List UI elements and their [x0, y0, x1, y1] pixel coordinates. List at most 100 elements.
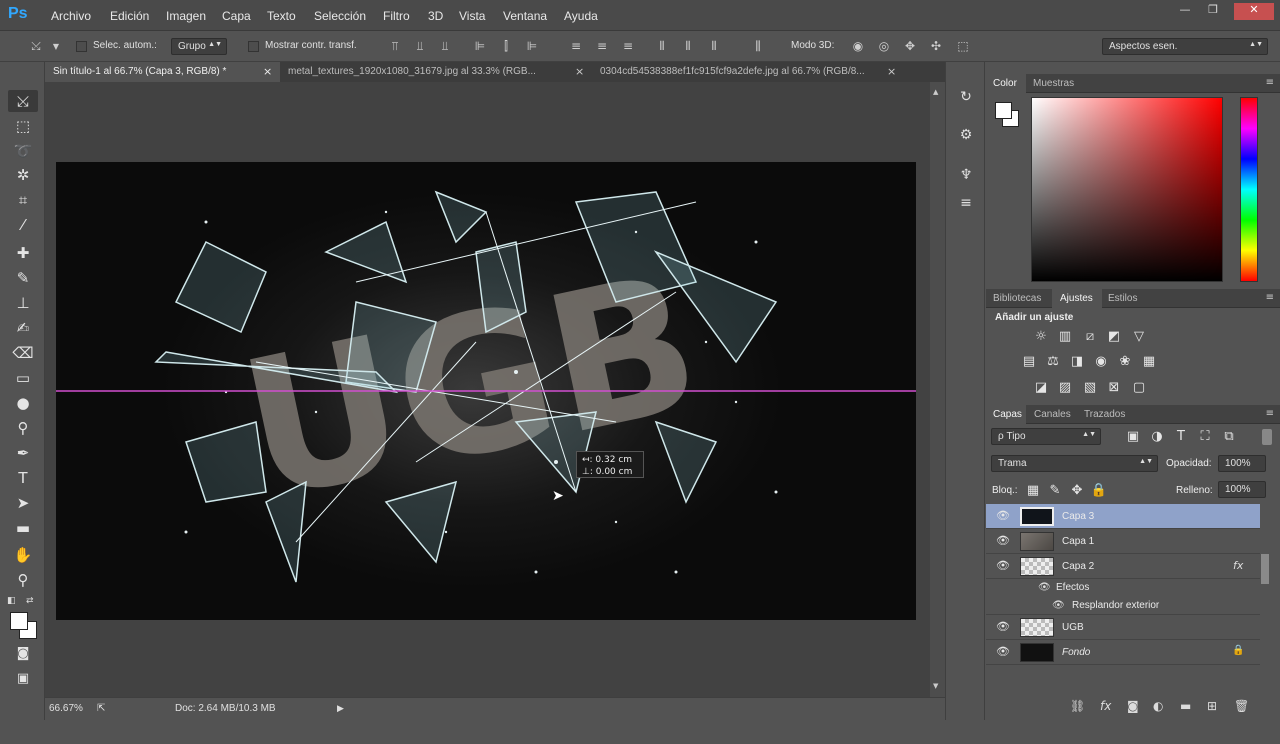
- brightness-icon[interactable]: ☼: [1032, 329, 1050, 345]
- slide-3d-icon[interactable]: ✣: [928, 39, 944, 54]
- gradient-tool-icon[interactable]: ▭: [8, 367, 38, 389]
- lock-paint-icon[interactable]: ✎: [1046, 483, 1064, 499]
- move-tool-preset-icon[interactable]: ⤩: [26, 39, 46, 54]
- lock-position-icon[interactable]: ✥: [1068, 483, 1086, 499]
- fx-icon[interactable]: fx: [1100, 699, 1111, 713]
- filter-shape-icon[interactable]: ⛶: [1196, 429, 1214, 445]
- invert-icon[interactable]: ◪: [1032, 380, 1050, 396]
- properties-icon[interactable]: ⚙: [954, 124, 978, 146]
- close-tab-icon[interactable]: ×: [263, 65, 272, 78]
- visibility-eye-icon[interactable]: 👁: [996, 534, 1010, 547]
- levels-icon[interactable]: ▥: [1056, 329, 1074, 345]
- menu-3d[interactable]: 3D: [428, 9, 443, 23]
- filter-pixel-icon[interactable]: ▣: [1124, 429, 1142, 445]
- history-icon[interactable]: ↻: [954, 86, 978, 108]
- curves-icon[interactable]: ⧄: [1081, 329, 1099, 345]
- layer-row[interactable]: 👁 Capa 3: [986, 504, 1260, 529]
- menu-seleccion[interactable]: Selección: [314, 9, 366, 23]
- selective-color-icon[interactable]: ▢: [1130, 380, 1148, 396]
- fx-badge[interactable]: fx: [1233, 559, 1243, 572]
- filter-type-icon[interactable]: T: [1172, 429, 1190, 445]
- crop-tool-icon[interactable]: ⌗: [8, 189, 38, 211]
- tab-color[interactable]: Color: [993, 78, 1017, 89]
- brush-tool-icon[interactable]: ✎: [8, 267, 38, 289]
- menu-ayuda[interactable]: Ayuda: [564, 9, 598, 23]
- distribute-vcenter-icon[interactable]: ≡: [594, 39, 610, 54]
- filter-adjust-icon[interactable]: ◑: [1148, 429, 1166, 445]
- new-group-icon[interactable]: ▬: [1180, 699, 1191, 713]
- restore-button[interactable]: ❐: [1200, 3, 1226, 20]
- vertical-scrollbar[interactable]: ▲ ▼: [930, 82, 945, 697]
- menu-texto[interactable]: Texto: [267, 9, 296, 23]
- eyedropper-icon[interactable]: ⁄: [8, 214, 38, 236]
- tab-doc-1[interactable]: Sin título-1 al 66.7% (Capa 3, RGB/8) *: [45, 62, 280, 82]
- vibrance-icon[interactable]: ▽: [1130, 329, 1148, 345]
- color-picker-field[interactable]: [1031, 97, 1223, 282]
- filter-toggle[interactable]: [1262, 429, 1272, 445]
- lock-transparency-icon[interactable]: ▦: [1024, 483, 1042, 499]
- scale-3d-icon[interactable]: ⬚: [955, 39, 971, 54]
- tab-canales[interactable]: Canales: [1034, 409, 1071, 420]
- distribute-left-icon[interactable]: ⦀: [654, 39, 670, 54]
- workspace-dropdown[interactable]: Aspectos esen. ▲▼: [1102, 38, 1268, 55]
- visibility-eye-icon[interactable]: 👁: [996, 509, 1010, 522]
- hue-slider[interactable]: [1240, 97, 1258, 282]
- channel-mixer-icon[interactable]: ❀: [1116, 354, 1134, 370]
- quick-mask-icon[interactable]: ◙: [8, 643, 38, 665]
- healing-brush-icon[interactable]: ✚: [8, 242, 38, 264]
- layer-row[interactable]: 👁 Capa 2 fx: [986, 554, 1260, 579]
- tab-capas[interactable]: Capas: [993, 409, 1022, 420]
- scroll-down-icon[interactable]: ▼: [933, 682, 938, 690]
- blend-mode-dropdown[interactable]: Trama ▲▼: [991, 455, 1158, 472]
- menu-ventana[interactable]: Ventana: [503, 9, 547, 23]
- tab-doc-2[interactable]: metal_textures_1920x1080_31679.jpg al 33…: [280, 62, 592, 82]
- auto-select-dropdown[interactable]: Grupo ▲▼: [171, 38, 227, 55]
- show-transform-checkbox[interactable]: [248, 41, 259, 52]
- effects-row[interactable]: 👁 Efectos: [986, 579, 1260, 597]
- close-tab-icon[interactable]: ×: [887, 65, 896, 78]
- menu-capa[interactable]: Capa: [222, 9, 251, 23]
- visibility-eye-icon[interactable]: 👁: [996, 559, 1010, 572]
- panel-menu-icon[interactable]: ≡: [1266, 408, 1274, 419]
- type-tool-icon[interactable]: T: [8, 467, 38, 489]
- add-mask-icon[interactable]: ◙: [1127, 699, 1139, 713]
- roll-3d-icon[interactable]: ◎: [876, 39, 892, 54]
- color-lookup-icon[interactable]: ▦: [1140, 354, 1158, 370]
- layer-row[interactable]: 👁 Capa 1: [986, 529, 1260, 554]
- effect-row[interactable]: 👁 Resplandor exterior: [986, 597, 1260, 615]
- delete-layer-icon[interactable]: 🗑: [1234, 699, 1249, 713]
- tab-ajustes[interactable]: Ajustes: [1060, 293, 1093, 304]
- photo-filter-icon[interactable]: ◉: [1092, 354, 1110, 370]
- status-menu-icon[interactable]: ▶: [337, 703, 344, 714]
- zoom-tool-icon[interactable]: ⚲: [8, 569, 38, 591]
- distribute-hcenter-icon[interactable]: ⦀: [680, 39, 696, 54]
- align-bottom-icon[interactable]: ⫫: [437, 39, 453, 54]
- panel-menu-icon[interactable]: ≡: [1266, 77, 1274, 88]
- screen-mode-icon[interactable]: ▣: [8, 668, 38, 690]
- minimize-button[interactable]: —: [1172, 3, 1198, 20]
- color-balance-icon[interactable]: ⚖: [1044, 354, 1062, 370]
- auto-align-icon[interactable]: ⫼: [750, 39, 766, 54]
- layers-scrollbar[interactable]: [1261, 554, 1269, 584]
- pen-tool-icon[interactable]: ✒: [8, 442, 38, 464]
- history-brush-icon[interactable]: ✍: [8, 317, 38, 339]
- link-layers-icon[interactable]: ⛓: [1070, 699, 1085, 713]
- default-colors-icon[interactable]: ◧: [7, 596, 16, 606]
- chevron-down-icon[interactable]: ▼: [48, 39, 64, 54]
- foreground-color-swatch[interactable]: [10, 612, 28, 630]
- lasso-tool-icon[interactable]: ➰: [8, 140, 38, 162]
- close-button[interactable]: ✕: [1234, 3, 1274, 20]
- effects-eye-icon[interactable]: 👁: [1038, 582, 1051, 593]
- menu-imagen[interactable]: Imagen: [166, 9, 206, 23]
- color-foreground-swatch[interactable]: [995, 102, 1012, 119]
- exposure-icon[interactable]: ◩: [1105, 329, 1123, 345]
- layer-row[interactable]: 👁 UGB: [986, 615, 1260, 640]
- orbit-3d-icon[interactable]: ◉: [850, 39, 866, 54]
- new-adjustment-icon[interactable]: ◐: [1153, 699, 1163, 713]
- share-icon[interactable]: ⇱: [97, 703, 105, 714]
- tab-bibliotecas[interactable]: Bibliotecas: [993, 293, 1041, 304]
- align-vcenter-icon[interactable]: ⫫: [412, 39, 428, 54]
- zoom-level[interactable]: 66.67%: [49, 703, 83, 714]
- brush-settings-icon[interactable]: ≡: [954, 192, 978, 214]
- dodge-tool-icon[interactable]: ⚲: [8, 417, 38, 439]
